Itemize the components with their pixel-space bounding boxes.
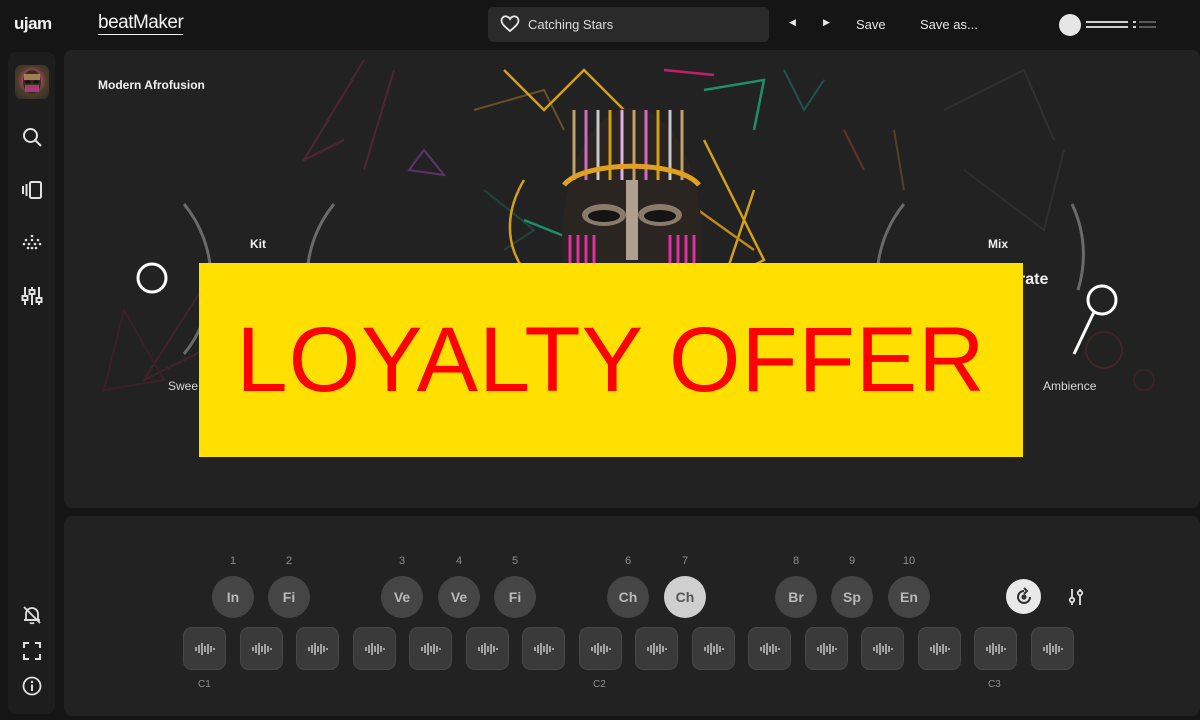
trigger-pad[interactable] [409, 627, 452, 670]
library-icon[interactable] [20, 178, 44, 202]
kit-knob-label: Kit [250, 237, 266, 251]
pattern-pad-10[interactable]: En [888, 576, 930, 618]
mix-knob-handle [1086, 284, 1118, 316]
replay-button[interactable] [1006, 579, 1041, 614]
master-volume-knob[interactable] [1059, 14, 1081, 36]
trigger-pad[interactable] [466, 627, 509, 670]
search-icon[interactable] [20, 125, 44, 149]
trigger-pad[interactable] [805, 627, 848, 670]
level-meter-left [1086, 21, 1128, 23]
beatmaker-logo: beatMaker [98, 12, 184, 35]
mix-knob-arc-right [1070, 203, 1085, 291]
mix-knob-label: Mix [988, 237, 1009, 251]
pattern-number: 8 [792, 555, 800, 567]
meter-dot [1133, 21, 1136, 23]
pattern-number: 2 [285, 555, 293, 567]
pattern-pad-1[interactable]: In [212, 576, 254, 618]
trigger-pad[interactable] [635, 627, 678, 670]
trigger-pad[interactable] [240, 627, 283, 670]
pattern-number: 4 [455, 555, 463, 567]
trigger-pad[interactable] [296, 627, 339, 670]
pattern-pad-2[interactable]: Fi [268, 576, 310, 618]
pattern-pad-5[interactable]: Fi [494, 576, 536, 618]
info-icon[interactable] [20, 674, 44, 698]
meter-line-inactive [1139, 26, 1156, 28]
caret-left-icon[interactable]: ◀ [789, 17, 796, 28]
mixer-icon[interactable] [20, 284, 44, 308]
trigger-pad[interactable] [974, 627, 1017, 670]
trigger-pad[interactable] [183, 627, 226, 670]
mix-knob-value-arc [1072, 311, 1096, 355]
pattern-number: 7 [681, 555, 689, 567]
pattern-number: 1 [229, 555, 237, 567]
meter-line-inactive [1139, 21, 1156, 23]
pattern-icon[interactable] [20, 231, 44, 255]
octave-label: C3 [988, 679, 1001, 690]
trigger-pad[interactable] [353, 627, 396, 670]
trigger-pad[interactable] [1031, 627, 1074, 670]
style-title: Modern Afrofusion [98, 78, 205, 92]
preset-name: Catching Stars [528, 17, 614, 32]
kit-avatar[interactable] [15, 65, 49, 99]
pattern-number: 10 [902, 555, 916, 567]
mix-partial-label: rate [1019, 271, 1049, 288]
pattern-pad-6[interactable]: Ch [607, 576, 649, 618]
level-meter-right [1086, 26, 1128, 28]
pattern-pad-8[interactable]: Br [775, 576, 817, 618]
ujam-logo[interactable]: ujam [14, 14, 52, 34]
pattern-pad-7[interactable]: Ch [664, 576, 706, 618]
sidebar [8, 52, 55, 714]
pattern-number: 6 [624, 555, 632, 567]
pattern-settings-icon[interactable] [1064, 585, 1088, 609]
trigger-pad[interactable] [861, 627, 904, 670]
trigger-pad[interactable] [579, 627, 622, 670]
top-bar: ujam beatMaker Catching Stars ◀ ▶ Save S… [0, 0, 1200, 50]
pattern-number: 3 [398, 555, 406, 567]
octave-label: C2 [593, 679, 606, 690]
pattern-pad-3[interactable]: Ve [381, 576, 423, 618]
loyalty-offer-banner[interactable]: LOYALTY OFFER [199, 263, 1023, 457]
banner-text: LOYALTY OFFER [236, 308, 986, 411]
ambience-knob-caption: Ambience [1043, 379, 1097, 393]
pattern-pad-4[interactable]: Ve [438, 576, 480, 618]
kit-knob-caption: Swee [168, 379, 199, 393]
trigger-pad[interactable] [918, 627, 961, 670]
heart-icon[interactable] [500, 15, 520, 38]
notification-off-icon[interactable] [20, 603, 44, 627]
pattern-number: 5 [511, 555, 519, 567]
caret-right-icon[interactable]: ▶ [823, 17, 830, 28]
octave-label: C1 [198, 679, 211, 690]
preset-selector[interactable]: Catching Stars [488, 7, 769, 42]
trigger-pad[interactable] [692, 627, 735, 670]
meter-dot [1133, 26, 1136, 28]
trigger-pad[interactable] [522, 627, 565, 670]
kit-knob-handle [136, 262, 168, 294]
save-button[interactable]: Save [856, 17, 886, 32]
pattern-pad-9[interactable]: Sp [831, 576, 873, 618]
fullscreen-icon[interactable] [20, 639, 44, 663]
trigger-pad[interactable] [748, 627, 791, 670]
save-as-button[interactable]: Save as... [920, 17, 978, 32]
pattern-number: 9 [848, 555, 856, 567]
